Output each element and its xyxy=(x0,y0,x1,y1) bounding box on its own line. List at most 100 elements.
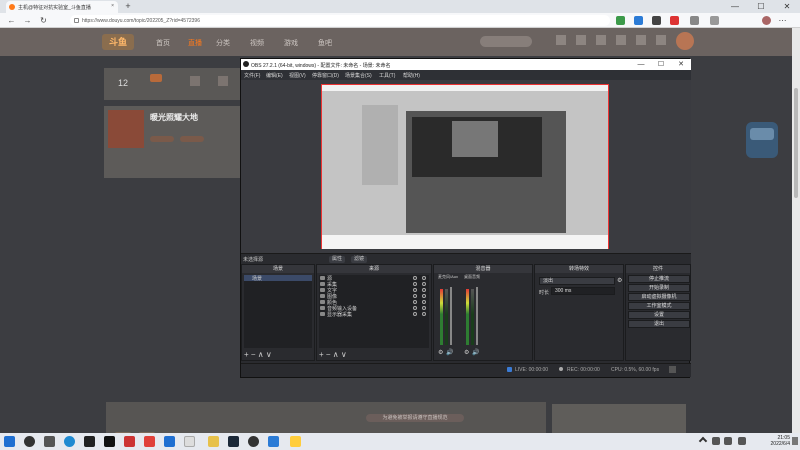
obs-preview[interactable] xyxy=(241,80,691,253)
filters-button[interactable]: 滤镜 xyxy=(351,256,368,263)
app-icon[interactable] xyxy=(184,436,195,447)
extension-icon[interactable] xyxy=(670,16,679,25)
lock-icon[interactable] xyxy=(422,288,426,292)
menu-edit[interactable]: 编辑(E) xyxy=(266,72,283,79)
nav-video[interactable]: 视频 xyxy=(250,38,264,48)
douyu-logo[interactable]: 斗鱼 xyxy=(102,34,134,50)
extension-icon[interactable] xyxy=(652,16,661,25)
preview-canvas[interactable] xyxy=(321,84,609,249)
forward-button[interactable]: → xyxy=(22,15,33,26)
scrollbar-thumb[interactable] xyxy=(794,88,798,198)
edge-icon[interactable] xyxy=(64,436,75,447)
nav-home[interactable]: 首页 xyxy=(156,38,170,48)
menu-help[interactable]: 帮助(H) xyxy=(403,72,420,79)
search-icon[interactable] xyxy=(24,436,35,447)
visibility-eye-icon[interactable] xyxy=(413,288,417,292)
download-icon[interactable] xyxy=(596,35,606,45)
close-button[interactable]: ✕ xyxy=(774,0,800,13)
start-recording-button[interactable]: 开始录制 xyxy=(628,284,690,292)
network-icon[interactable] xyxy=(712,437,720,445)
activity-banner[interactable] xyxy=(740,108,784,168)
task-view-icon[interactable] xyxy=(44,436,55,447)
tray-chevron-icon[interactable] xyxy=(698,436,708,446)
visibility-eye-icon[interactable] xyxy=(413,276,417,280)
visibility-eye-icon[interactable] xyxy=(413,294,417,298)
app-icon[interactable] xyxy=(268,436,279,447)
app-icon[interactable] xyxy=(290,436,301,447)
visibility-eye-icon[interactable] xyxy=(413,312,417,316)
page-scrollbar[interactable] xyxy=(792,28,800,433)
volume-slider[interactable] xyxy=(476,287,478,345)
source-controls[interactable]: + − ∧ ∨ xyxy=(319,350,347,359)
nav-fishbar[interactable]: 鱼吧 xyxy=(318,38,332,48)
lock-icon[interactable] xyxy=(422,276,426,280)
user-avatar[interactable] xyxy=(676,32,694,50)
start-windows-icon[interactable] xyxy=(4,436,15,447)
follow-button[interactable] xyxy=(150,136,174,142)
ime-icon[interactable] xyxy=(738,437,746,445)
extension-icon[interactable] xyxy=(634,16,643,25)
new-tab-button[interactable]: + xyxy=(123,1,133,11)
history-icon[interactable] xyxy=(556,35,566,45)
reload-button[interactable]: ↻ xyxy=(38,15,49,26)
streamer-thumbnail[interactable] xyxy=(108,110,144,148)
transition-select[interactable]: 淡出 xyxy=(539,277,615,285)
app-icon[interactable] xyxy=(208,436,219,447)
profile-avatar-icon[interactable] xyxy=(762,16,771,25)
back-button[interactable]: ← xyxy=(6,15,17,26)
lock-icon[interactable] xyxy=(422,306,426,310)
source-item[interactable]: 显示器采集 xyxy=(319,311,429,318)
speaker-icon[interactable]: 🔊 xyxy=(446,349,453,356)
collections-icon[interactable] xyxy=(710,16,719,25)
taskbar-clock[interactable]: 21:05 2022/6/4 xyxy=(756,435,790,447)
obs-minimize-button[interactable]: — xyxy=(631,59,651,70)
menu-tools[interactable]: 工具(T) xyxy=(379,72,395,79)
share-button[interactable] xyxy=(180,136,204,142)
lock-icon[interactable] xyxy=(422,300,426,304)
exit-button[interactable]: 退出 xyxy=(628,320,690,328)
visibility-eye-icon[interactable] xyxy=(413,282,417,286)
app-icon[interactable] xyxy=(144,436,155,447)
task-icon[interactable] xyxy=(636,35,646,45)
menu-scene-collection[interactable]: 场景集合(S) xyxy=(345,72,372,79)
scene-item[interactable]: 场景 xyxy=(244,275,312,282)
nav-category[interactable]: 分类 xyxy=(216,38,230,48)
menu-file[interactable]: 文件(F) xyxy=(244,72,260,79)
nav-game[interactable]: 游戏 xyxy=(284,38,298,48)
app-icon[interactable] xyxy=(164,436,175,447)
volume-icon[interactable] xyxy=(724,437,732,445)
menu-docks[interactable]: 停靠窗口(D) xyxy=(312,72,339,79)
notification-icon[interactable] xyxy=(792,437,798,445)
steam-icon[interactable] xyxy=(228,436,239,447)
volume-slider[interactable] xyxy=(450,287,452,345)
stop-streaming-button[interactable]: 停止推流 xyxy=(628,275,690,283)
nav-live[interactable]: 直播 xyxy=(188,38,202,48)
app-icon[interactable] xyxy=(124,436,135,447)
app-icon[interactable] xyxy=(104,436,115,447)
browser-tab[interactable]: 主机@特征对抗实验室_斗鱼直播 × xyxy=(6,1,118,13)
maximize-button[interactable]: ☐ xyxy=(748,0,774,13)
app-icon[interactable] xyxy=(84,436,95,447)
scene-controls[interactable]: + − ∧ ∨ xyxy=(244,350,272,359)
follow-icon[interactable] xyxy=(576,35,586,45)
message-icon[interactable] xyxy=(616,35,626,45)
more-menu-icon[interactable]: ⋯ xyxy=(778,16,787,25)
studio-mode-button[interactable]: 工作室模式 xyxy=(628,302,690,310)
lock-icon[interactable] xyxy=(422,312,426,316)
visibility-eye-icon[interactable] xyxy=(413,306,417,310)
lock-icon[interactable] xyxy=(422,282,426,286)
app-icon[interactable] xyxy=(248,436,259,447)
obs-close-button[interactable]: ✕ xyxy=(671,59,691,70)
extension-icon[interactable] xyxy=(616,16,625,25)
virtual-camera-button[interactable]: 启动虚拟摄像机 xyxy=(628,293,690,301)
speaker-icon[interactable]: 🔊 xyxy=(472,349,479,356)
properties-button[interactable]: 属性 xyxy=(329,256,346,263)
live-icon[interactable] xyxy=(656,35,666,45)
url-field[interactable]: https://www.douyu.com/topic/202205_Z?rid… xyxy=(70,15,610,26)
obs-maximize-button[interactable]: ☐ xyxy=(651,59,671,70)
gear-icon[interactable]: ⚙ xyxy=(438,349,443,356)
gear-icon[interactable]: ⚙ xyxy=(464,349,469,356)
tab-close-icon[interactable]: × xyxy=(111,3,114,9)
visibility-eye-icon[interactable] xyxy=(413,300,417,304)
site-search-input[interactable] xyxy=(480,36,532,47)
